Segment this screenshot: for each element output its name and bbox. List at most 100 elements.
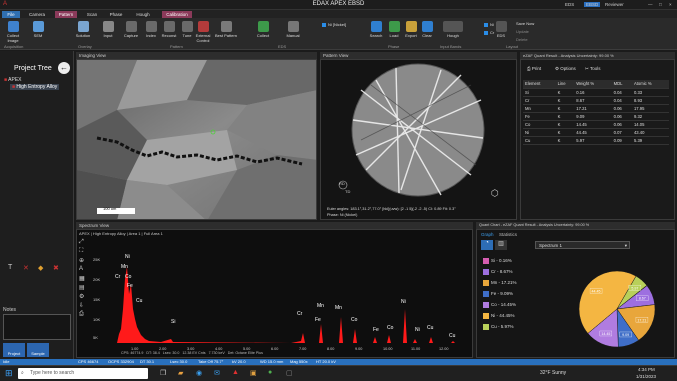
print-button[interactable]: ⎙ Print [527,66,541,71]
manual-button[interactable]: Manual [282,20,304,46]
td-label: TD [345,189,351,194]
tab-hough[interactable]: Hough [132,11,154,18]
maximize-icon[interactable]: □ [659,2,662,7]
imaging-view[interactable]: 100 um [76,59,317,220]
print-spectrum-icon[interactable]: ⎙ [79,311,91,320]
column-header[interactable]: Atomic % [631,80,669,89]
legend-item[interactable]: Si - 0.16% [483,258,512,264]
pattern-view[interactable]: RD TD ⬡ Euler angles: 183.1°,31.2°,77.0°… [320,59,517,220]
ebsd-switch[interactable]: EBSD [584,2,601,7]
tab-phase[interactable]: Phase [107,11,125,18]
legend-label: Cu - 5.97% [491,324,514,330]
task-view-icon[interactable]: ❐ [160,369,166,377]
zoom-icon[interactable]: ⊕ [79,257,91,266]
legend-item[interactable]: Fe - 9.09% [483,291,513,297]
table-row[interactable]: Ni K 44.45 0.07 43.40 [523,128,669,137]
capture-button[interactable]: Capture [120,20,142,46]
explorer-icon[interactable]: ▰ [178,369,183,377]
clear-button[interactable]: Clear [416,20,438,46]
app-taskbar-icon[interactable]: ▢ [286,369,293,377]
spectrum-select[interactable]: Spectrum 1 ▾ [535,241,630,249]
fullscreen-icon[interactable]: ⛶ [79,248,91,257]
bar-chart-icon[interactable]: ▥ [495,240,507,250]
close-icon[interactable]: × [669,2,672,7]
minimize-icon[interactable]: — [648,2,653,7]
apex-taskbar-icon[interactable]: ▲ [232,369,239,376]
delete-all-icon[interactable]: ✖ [53,264,59,272]
external-control-button[interactable]: External Control [192,20,214,46]
column-header[interactable]: Line [555,80,575,89]
solution-button[interactable]: Solution [72,20,94,46]
column-header[interactable]: Element [523,80,556,89]
project-tab[interactable]: Project [3,343,25,357]
eds-switch[interactable]: EDS [565,2,574,7]
save-now-button[interactable]: Save Now [516,21,534,26]
best-pattern-button[interactable]: Best Pattern [215,20,237,46]
tab-statistics[interactable]: Statistics [499,232,517,237]
table-row[interactable]: Cr K 8.67 0.04 8.93 [523,96,669,105]
spectrum-view[interactable]: APEX | High Entropy Alloy | Area 1 | Ful… [76,229,473,358]
edge-icon[interactable]: ◉ [196,369,202,377]
notes-textarea[interactable] [3,314,71,340]
tab-pattern[interactable]: Pattern [55,11,77,18]
reconst-icon [163,21,175,32]
input-button[interactable]: Input [97,20,119,46]
reviewer-switch[interactable]: Reviewer [605,2,624,7]
legend-item[interactable]: Co - 14.45% [483,302,516,308]
tree-item-high-entropy-alloy[interactable]: ■ High Entropy Alloy [10,84,60,90]
tab-calibration[interactable]: Calibration [162,11,192,18]
tab-graph[interactable]: Graph [481,232,494,237]
legend-item[interactable]: Mn - 17.21% [483,280,517,286]
tools-button[interactable]: ✂ Tools [585,66,600,72]
column-header[interactable]: Weight % [574,80,612,89]
y-tick: 25K [93,257,100,262]
index-icon [145,21,157,32]
delete-button[interactable]: Delete [516,37,528,42]
collect-image-button[interactable]: Collect Image [2,20,24,46]
table-row[interactable]: Si K 0.16 0.04 0.33 [523,88,669,97]
options-button[interactable]: ⚙ Options [555,66,576,72]
settings-icon[interactable]: ⚙ [79,293,91,302]
mail-icon[interactable]: ✉ [214,369,220,377]
table-row[interactable]: Cu K 5.97 0.09 5.39 [523,136,669,145]
back-arrow-icon[interactable]: ← [58,62,70,74]
column-header[interactable]: MDL [611,80,632,89]
text-tool-icon[interactable]: T [8,264,12,271]
sample-tool-icon[interactable]: ◆ [38,264,43,272]
legend-swatch [483,269,489,275]
eds-button[interactable]: EDS [490,20,512,46]
update-button[interactable]: Update [516,29,529,34]
clock-time[interactable]: 4:34 PM [638,367,655,372]
collect-icon [257,21,269,32]
folder-taskbar-icon[interactable]: ▣ [250,369,257,377]
table-row[interactable]: Mn K 17.21 0.06 17.95 [523,104,669,113]
delete-tool-icon[interactable]: ✕ [23,264,29,272]
pie-chart-icon[interactable]: ◔ [481,240,493,250]
table-row[interactable]: Co K 14.45 0.06 14.05 [523,120,669,129]
legend-item[interactable]: Ni - 44.45% [483,313,515,319]
weather-widget[interactable]: 32°F Sunny [540,370,566,376]
ni-nickel-checkbox[interactable]: Ni [Nickel] [322,22,346,27]
collect-button[interactable]: Collect [252,20,274,46]
clock-date[interactable]: 1/31/2023 [636,374,656,379]
tab-camera[interactable]: Camera [26,11,48,18]
zoom-fit-icon[interactable]: ⤢ [79,239,91,248]
compare-icon[interactable]: ▤ [79,284,91,293]
legend-item[interactable]: Cu - 5.97% [483,324,514,330]
chrome-icon[interactable]: ● [268,369,272,376]
export-spectrum-icon[interactable]: ⇩ [79,302,91,311]
peak-label: Mn [121,264,128,270]
tree-root[interactable]: ■ APEX [4,77,22,83]
sem-button[interactable]: SEM [27,20,49,46]
hough-dropdown[interactable]: Hough [440,20,466,46]
tab-scan[interactable]: Scan [83,11,101,18]
sample-tab[interactable]: Sample [27,343,49,357]
periodic-table-icon[interactable]: ▦ [79,275,91,284]
tab-file[interactable]: File [2,11,20,18]
legend-item[interactable]: Cr - 8.67% [483,269,513,275]
legend-swatch [483,313,489,319]
windows-start-icon[interactable]: ⊞ [5,368,13,379]
table-row[interactable]: Fe K 9.09 0.06 9.32 [523,112,669,121]
taskbar-search[interactable]: ⌕ Type here to search [18,368,148,379]
label-icon[interactable]: A [79,266,91,275]
